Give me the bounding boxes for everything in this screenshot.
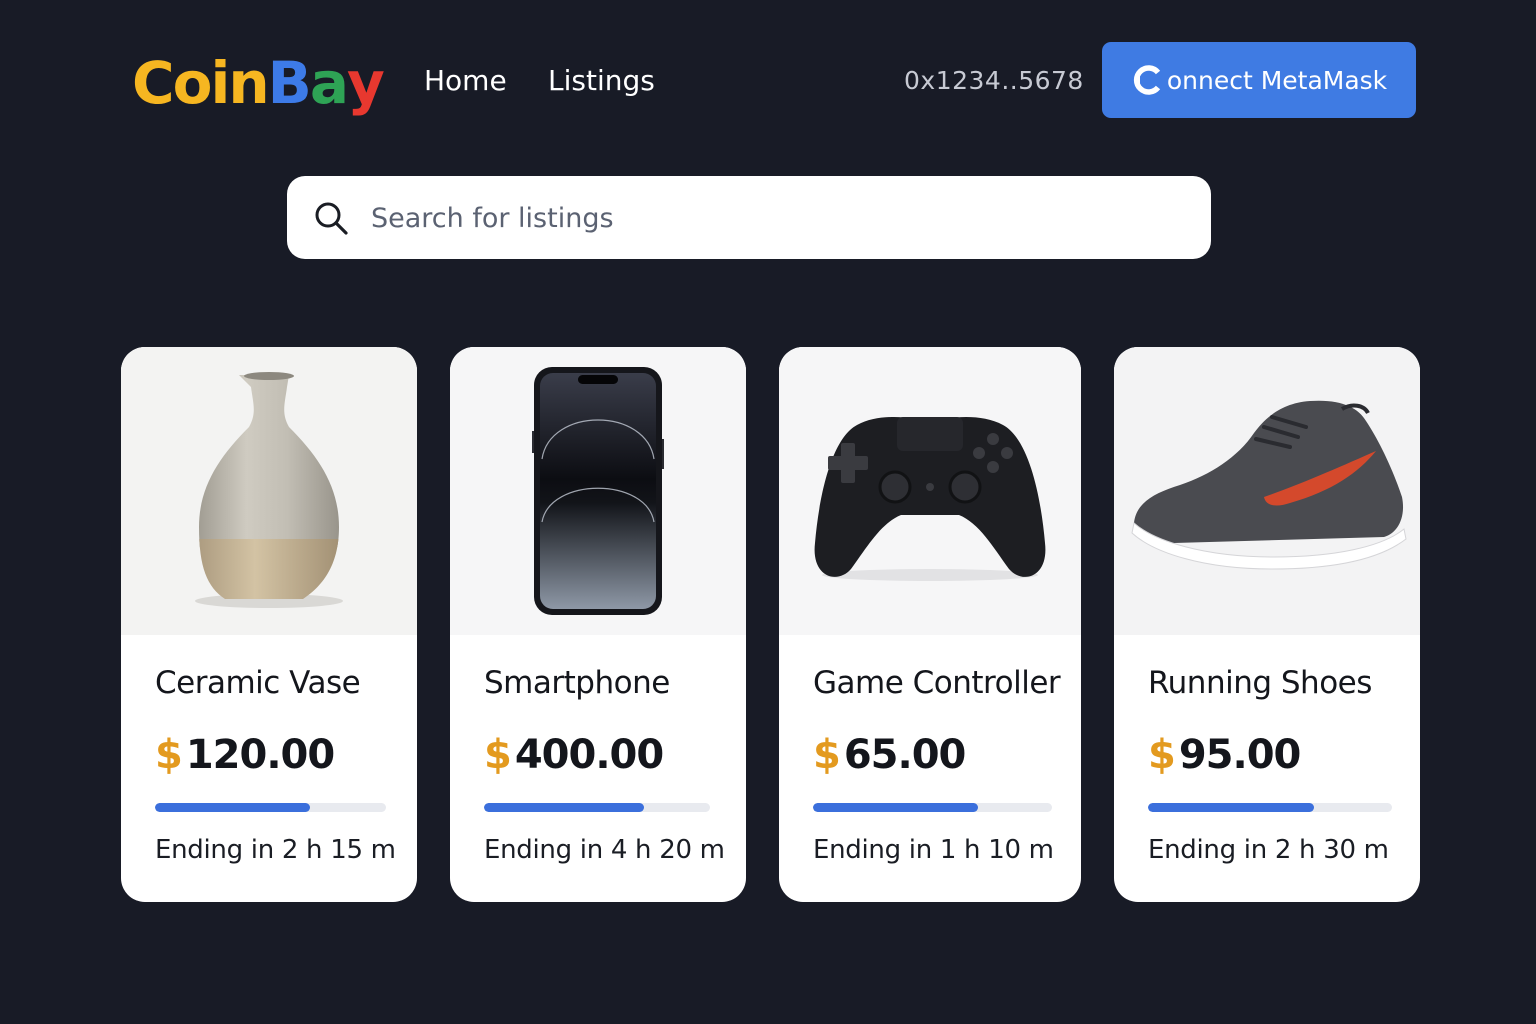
logo-letter: i [210,49,230,117]
ending-time: Ending in 2 h 15 m [155,835,396,865]
auction-progress-bar [484,803,710,812]
listing-title: Game Controller [813,665,1061,701]
logo-letter: n [228,49,269,117]
game-controller-image [779,347,1081,635]
running-shoe-image [1114,347,1420,635]
logo-letter: y [346,49,385,117]
coinbay-logo[interactable]: CoinBay [132,46,385,120]
price-value: 400.00 [514,732,664,778]
connect-metamask-button[interactable]: onnect MetaMask [1102,42,1416,118]
currency-symbol: $ [484,732,512,778]
currency-symbol: $ [813,732,841,778]
price-value: 120.00 [185,732,335,778]
listing-card[interactable]: Smartphone $400.00 Ending in 4 h 20 m [450,347,746,902]
listing-card[interactable]: Ceramic Vase $120.00 Ending in 2 h 15 m [121,347,417,902]
metamask-c-icon [1133,65,1162,95]
currency-symbol: $ [1148,732,1176,778]
ending-time: Ending in 2 h 30 m [1148,835,1389,865]
currency-symbol: $ [155,732,183,778]
price-value: 65.00 [843,732,967,778]
price-value: 95.00 [1178,732,1302,778]
listing-title: Ceramic Vase [155,665,361,701]
auction-progress-fill [484,803,645,812]
search-bar[interactable] [287,176,1211,259]
listing-card[interactable]: Game Controller $65.00 Ending in 1 h 10 … [779,347,1081,902]
smartphone-image [450,347,746,635]
auction-progress-fill [1148,803,1314,812]
auction-progress-bar [813,803,1052,812]
listing-price: $95.00 [1148,729,1302,781]
listing-title: Running Shoes [1148,665,1372,701]
listing-price: $400.00 [484,729,664,781]
auction-progress-fill [813,803,978,812]
ending-time: Ending in 1 h 10 m [813,835,1054,865]
page: CoinBay Home Listings 0x1234..5678 onnec… [0,0,1536,1024]
nav-home-link[interactable]: Home [424,60,507,102]
auction-progress-bar [1148,803,1392,812]
search-input[interactable] [371,190,1181,246]
connect-label: onnect MetaMask [1166,65,1388,95]
listing-title: Smartphone [484,665,670,701]
logo-letter: C [132,49,175,117]
ending-time: Ending in 4 h 20 m [484,835,725,865]
wallet-address: 0x1234..5678 [904,66,1084,95]
search-icon[interactable] [313,200,351,238]
listing-price: $65.00 [813,729,967,781]
logo-letter: o [172,49,213,117]
logo-letter: a [309,49,349,117]
logo-letter: B [267,49,312,117]
nav-listings-link[interactable]: Listings [548,60,655,102]
auction-progress-fill [155,803,310,812]
listing-price: $120.00 [155,729,335,781]
ceramic-vase-image [121,347,417,635]
auction-progress-bar [155,803,386,812]
listing-card[interactable]: Running Shoes $95.00 Ending in 2 h 30 m [1114,347,1420,902]
